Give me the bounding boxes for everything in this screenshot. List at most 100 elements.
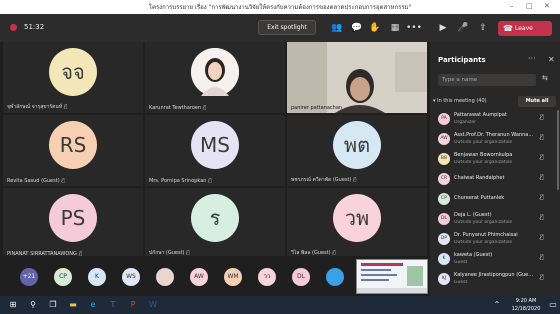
phone-hangup-icon: ☎ [503,24,513,33]
participant-tray: +21 CP K WS AW WM วว DL [0,256,430,296]
tray-avatar[interactable]: วว [258,268,276,286]
participant-name: จุฬาลักษณ์ จารุสุขารัตนห์ [7,104,63,110]
participant-name: Dr. Punyanut Phimchaisai [454,232,518,238]
participant-avatar: จจ [49,48,97,96]
microphone-icon[interactable]: 🎤 [456,21,470,35]
powerpoint-icon[interactable]: P [126,298,140,312]
start-icon[interactable]: ⊞ [6,298,20,312]
close-panel-icon[interactable]: ✕ [548,55,555,64]
participant-tile[interactable]: PS PINANAT SIRRATTANAWONG 🎙̸ [3,188,143,259]
leave-button[interactable]: ☎ Leave [498,21,552,36]
mic-off-icon: 🎙̸ [353,177,357,183]
breakout-rooms-icon[interactable]: ▦ [388,21,402,35]
participant-avatar: พต [333,121,381,169]
participant-tile[interactable]: วพ วิไล พิลล (Guest) 🎙̸ [287,188,427,259]
meeting-timer: 51:32 [24,23,45,31]
tray-avatar[interactable]: DL [292,268,310,286]
section-label: In this meeting (40) [437,98,487,104]
camera-icon[interactable]: ▶ [436,21,450,35]
participant-row[interactable]: BB Benjawan Bowornkulpa Outside your org… [430,150,560,170]
clock-time: 9:20 AM [515,298,537,304]
window-title: โครงการบรรยาย เรื่อง "การพัฒนางานวิจัยให… [148,4,412,11]
participant-avatar: วพ [333,194,381,242]
participants-panel: Participants ··· ✕ Type a name ⇆ ▾ In th… [430,42,560,296]
participant-row[interactable]: PA Pattarawat Aumpipat Organizer 🎙̸ [430,110,560,130]
taskbar-clock[interactable]: 9:20 AM 12/18/2020 [508,297,544,313]
close-window-icon[interactable]: ✕ [544,2,550,10]
participant-tile[interactable]: จจ จุฬาลักษณ์ จารุสุขารัตนห์ 🎙̸ [3,42,143,113]
mic-off-icon: 🎙̸ [540,114,544,121]
participant-avatar: KJ [438,273,450,285]
windows-taskbar: ⊞ ⚲ ❐ ▬ e T P W ⌃ 9:20 AM 12/18/2020 ▭ [0,296,560,314]
participant-name: Revita Sasud (Guest) [7,178,60,184]
mic-off-icon: 🎙̸ [64,104,68,110]
notification-icon[interactable]: ▭ [546,298,560,312]
mic-off-icon: 🎙̸ [540,194,544,201]
file-explorer-icon[interactable]: ▬ [66,298,80,312]
share-invite-icon[interactable]: ⇆ [542,74,548,82]
mic-off-icon: 🎙̸ [540,154,544,161]
participant-tile[interactable]: Karunrat Tewtharoen 🎙̸ [145,42,285,113]
participant-search-input[interactable]: Type a name [438,74,536,86]
participant-role: Outside your organization [454,160,513,165]
more-actions-icon[interactable]: ••• [406,21,422,35]
participant-role: Outside your organization [454,220,513,225]
participant-avatar: CR [438,173,450,185]
participant-row[interactable]: DP Dr. Punyanut Phimchaisai Outside your… [430,230,560,250]
leave-label: Leave [515,25,533,32]
participant-row[interactable]: DL Deja L. (Guest) Outside your organiza… [430,210,560,230]
participant-row[interactable]: AW Asst.Prof.Dr. Theranun Wanna... Outsi… [430,130,560,150]
mic-off-icon: 🎙̸ [540,234,544,241]
more-options-icon[interactable]: ··· [528,54,536,63]
participant-row[interactable]: CP Chureerat Puttanlek 🎙̸ [430,190,560,210]
tray-avatar[interactable]: AW [190,268,208,286]
meeting-toolbar: 51:32 Exit spotlight 👥 💬 ✋ ▦ ••• ▶ 🎤 ⇪ ☎… [0,14,560,42]
search-icon[interactable]: ⚲ [26,298,40,312]
participant-name: Pattarawat Aumpipat [454,112,507,118]
task-view-icon[interactable]: ❐ [46,298,60,312]
participant-avatar: PA [438,113,450,125]
participant-photo [191,48,239,96]
participant-name: Kalyanee Jirastipongpun (Gue... [454,272,534,278]
tray-avatar[interactable]: WS [122,268,140,286]
maximize-icon[interactable]: □ [526,2,533,10]
participant-video-tile[interactable]: panirer pattanachan [287,42,427,113]
participant-row[interactable]: K kaweta (Guest) Guest 🎙̸ [430,250,560,270]
exit-spotlight-button[interactable]: Exit spotlight [258,20,316,35]
shared-screen-thumbnail[interactable] [356,259,428,294]
participant-tile[interactable]: ร ปกักษา (Guest) 🎙̸ [145,188,285,259]
mute-all-button[interactable]: Mute all [518,96,556,107]
participant-avatar: ร [191,194,239,242]
panel-scrollbar[interactable] [557,110,559,190]
tray-avatar[interactable]: WM [224,268,242,286]
mic-off-icon: 🎙̸ [540,174,544,181]
participant-role: Outside your organization [454,240,513,245]
tray-avatar-photo[interactable] [326,268,344,286]
tray-avatar[interactable]: K [88,268,106,286]
word-icon[interactable]: W [146,298,160,312]
participant-tile[interactable]: พต พชรภรณ์ ตวีดาพัด (Guest) 🎙̸ [287,115,427,186]
participant-tile[interactable]: RS Revita Sasud (Guest) 🎙̸ [3,115,143,186]
minimize-icon[interactable]: – [510,2,514,10]
participant-tile[interactable]: MS Mrs. Pornipa Srinopkan 🎙̸ [145,115,285,186]
in-meeting-section[interactable]: ▾ In this meeting (40) [433,98,487,104]
share-screen-icon[interactable]: ⇪ [476,21,490,35]
participant-name: kaweta (Guest) [454,252,493,258]
tray-avatar[interactable]: CP [54,268,72,286]
participants-icon[interactable]: 👥 [330,21,344,35]
teams-icon[interactable]: T [106,298,120,312]
system-tray-icon[interactable]: ⌃ [490,298,504,312]
tray-avatar-photo[interactable] [156,268,174,286]
mic-off-icon: 🎙̸ [61,178,65,184]
mic-off-icon: 🎙̸ [540,214,544,221]
participant-name: Deja L. (Guest) [454,212,492,218]
raise-hand-icon[interactable]: ✋ [368,21,382,35]
participant-avatar: K [438,253,450,265]
recording-icon [10,24,17,31]
participant-role: Guest [454,260,468,265]
more-participants-button[interactable]: +21 [20,268,38,286]
participant-row[interactable]: KJ Kalyanee Jirastipongpun (Gue... Guest… [430,270,560,290]
edge-icon[interactable]: e [86,298,100,312]
participant-row[interactable]: CR Chaiwat Randaiphet 🎙̸ [430,170,560,190]
chat-icon[interactable]: 💬 [350,21,364,35]
